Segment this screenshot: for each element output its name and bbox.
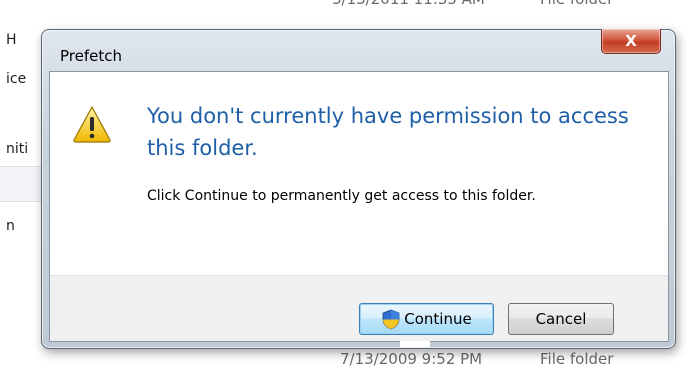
background-fragment: ice xyxy=(6,71,27,87)
background-fragment: niti xyxy=(6,141,29,157)
background-explorer-left: H ice niti n xyxy=(0,0,45,374)
close-button[interactable]: X xyxy=(601,29,661,54)
background-type: File folder xyxy=(540,350,614,368)
dialog-body: Click Continue to permanently get access… xyxy=(147,188,536,204)
background-type: File folder xyxy=(540,0,613,8)
warning-icon xyxy=(73,106,111,143)
background-date: 7/13/2009 9:52 PM xyxy=(340,350,483,368)
background-date: 3/13/2011 11:35 AM xyxy=(332,0,485,8)
permission-dialog: Prefetch X You don't currently have perm… xyxy=(41,29,676,349)
continue-button[interactable]: Continue xyxy=(359,303,494,335)
background-header-band xyxy=(0,166,45,202)
continue-label: Continue xyxy=(404,310,472,328)
dialog-heading: You don't currently have permission to a… xyxy=(147,104,629,160)
dialog-footer: Continue Cancel xyxy=(50,275,668,341)
dialog-content: You don't currently have permission to a… xyxy=(50,72,668,275)
dialog-title: Prefetch xyxy=(60,47,122,65)
frame-notch xyxy=(400,341,430,347)
close-icon: X xyxy=(625,32,637,50)
background-fragment: H xyxy=(6,32,17,48)
cancel-button[interactable]: Cancel xyxy=(508,303,614,335)
uac-shield-icon xyxy=(382,309,400,329)
dialog-client-area: You don't currently have permission to a… xyxy=(49,71,669,342)
background-fragment: n xyxy=(6,218,15,234)
cancel-label: Cancel xyxy=(535,310,587,328)
